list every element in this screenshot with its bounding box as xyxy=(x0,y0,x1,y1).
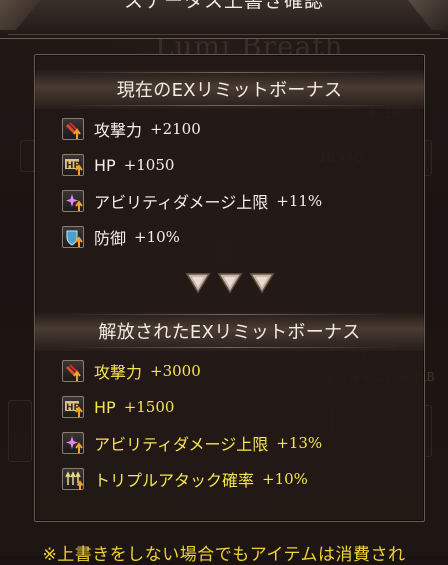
current-bonus-row: HP HP +1050 xyxy=(62,151,174,179)
released-bonus-heading: 解放されたEXリミットボーナス xyxy=(35,311,424,351)
defense-up-icon xyxy=(62,226,84,248)
ability-damage-cap-icon xyxy=(62,432,84,454)
ability-damage-cap-icon xyxy=(62,190,84,212)
consumption-warning: ※上書きをしない場合でもアイテムは消費され xyxy=(42,545,406,565)
attack-up-icon xyxy=(62,118,84,140)
bonus-name: アビリティダメージ上限 xyxy=(94,193,269,212)
bonus-name: 攻撃力 xyxy=(94,363,143,382)
down-arrow-icon xyxy=(249,273,275,294)
current-bonus-row: アビリティダメージ上限 +11% xyxy=(62,187,322,215)
current-bonus-title: 現在のEXリミットボーナス xyxy=(116,80,343,101)
bonus-value: +10% xyxy=(134,228,180,246)
background-slot-left xyxy=(8,400,32,462)
current-bonus-row: 防御 +10% xyxy=(62,223,180,251)
triple-attack-rate-icon xyxy=(62,468,84,490)
bonus-value: +11% xyxy=(276,192,323,210)
bonus-name: アビリティダメージ上限 xyxy=(94,435,269,454)
bonus-name: 防御 xyxy=(94,229,127,248)
bonus-value: +2100 xyxy=(150,120,201,138)
bonus-name: HP xyxy=(94,155,116,175)
bonus-name: 攻撃力 xyxy=(94,121,143,140)
hp-up-icon: HP xyxy=(62,154,84,176)
bonus-name: トリプルアタック確率 xyxy=(94,471,255,490)
bonus-value: +1050 xyxy=(123,156,175,174)
bonus-panel: 現在のEXリミットボーナス 攻撃力 +2100 HP HP +1050 アビリテ… xyxy=(34,54,425,522)
current-bonus-row: 攻撃力 +2100 xyxy=(62,115,201,143)
transition-arrows xyxy=(185,269,275,297)
released-bonus-title: 解放されたEXリミットボーナス xyxy=(98,322,361,343)
bonus-value: +13% xyxy=(276,434,323,452)
current-bonus-heading: 現在のEXリミットボーナス xyxy=(35,69,424,109)
down-arrow-icon xyxy=(185,273,211,294)
released-bonus-row: トリプルアタック確率 +10% xyxy=(62,465,308,493)
dialog-title: ステータス上書き確認 xyxy=(123,0,324,12)
bonus-name: HP xyxy=(94,397,116,417)
bonus-value: +10% xyxy=(262,470,308,488)
attack-up-icon xyxy=(62,360,84,382)
bonus-value: +1500 xyxy=(123,398,175,416)
released-bonus-row: HP HP +1500 xyxy=(62,393,174,421)
hp-up-icon: HP xyxy=(62,396,84,418)
released-bonus-row: アビリティダメージ上限 +13% xyxy=(62,429,322,457)
down-arrow-icon xyxy=(217,273,243,294)
dialog-header: ステータス上書き確認 xyxy=(0,0,448,39)
bonus-value: +3000 xyxy=(150,362,201,380)
released-bonus-row: 攻撃力 +3000 xyxy=(62,357,201,385)
